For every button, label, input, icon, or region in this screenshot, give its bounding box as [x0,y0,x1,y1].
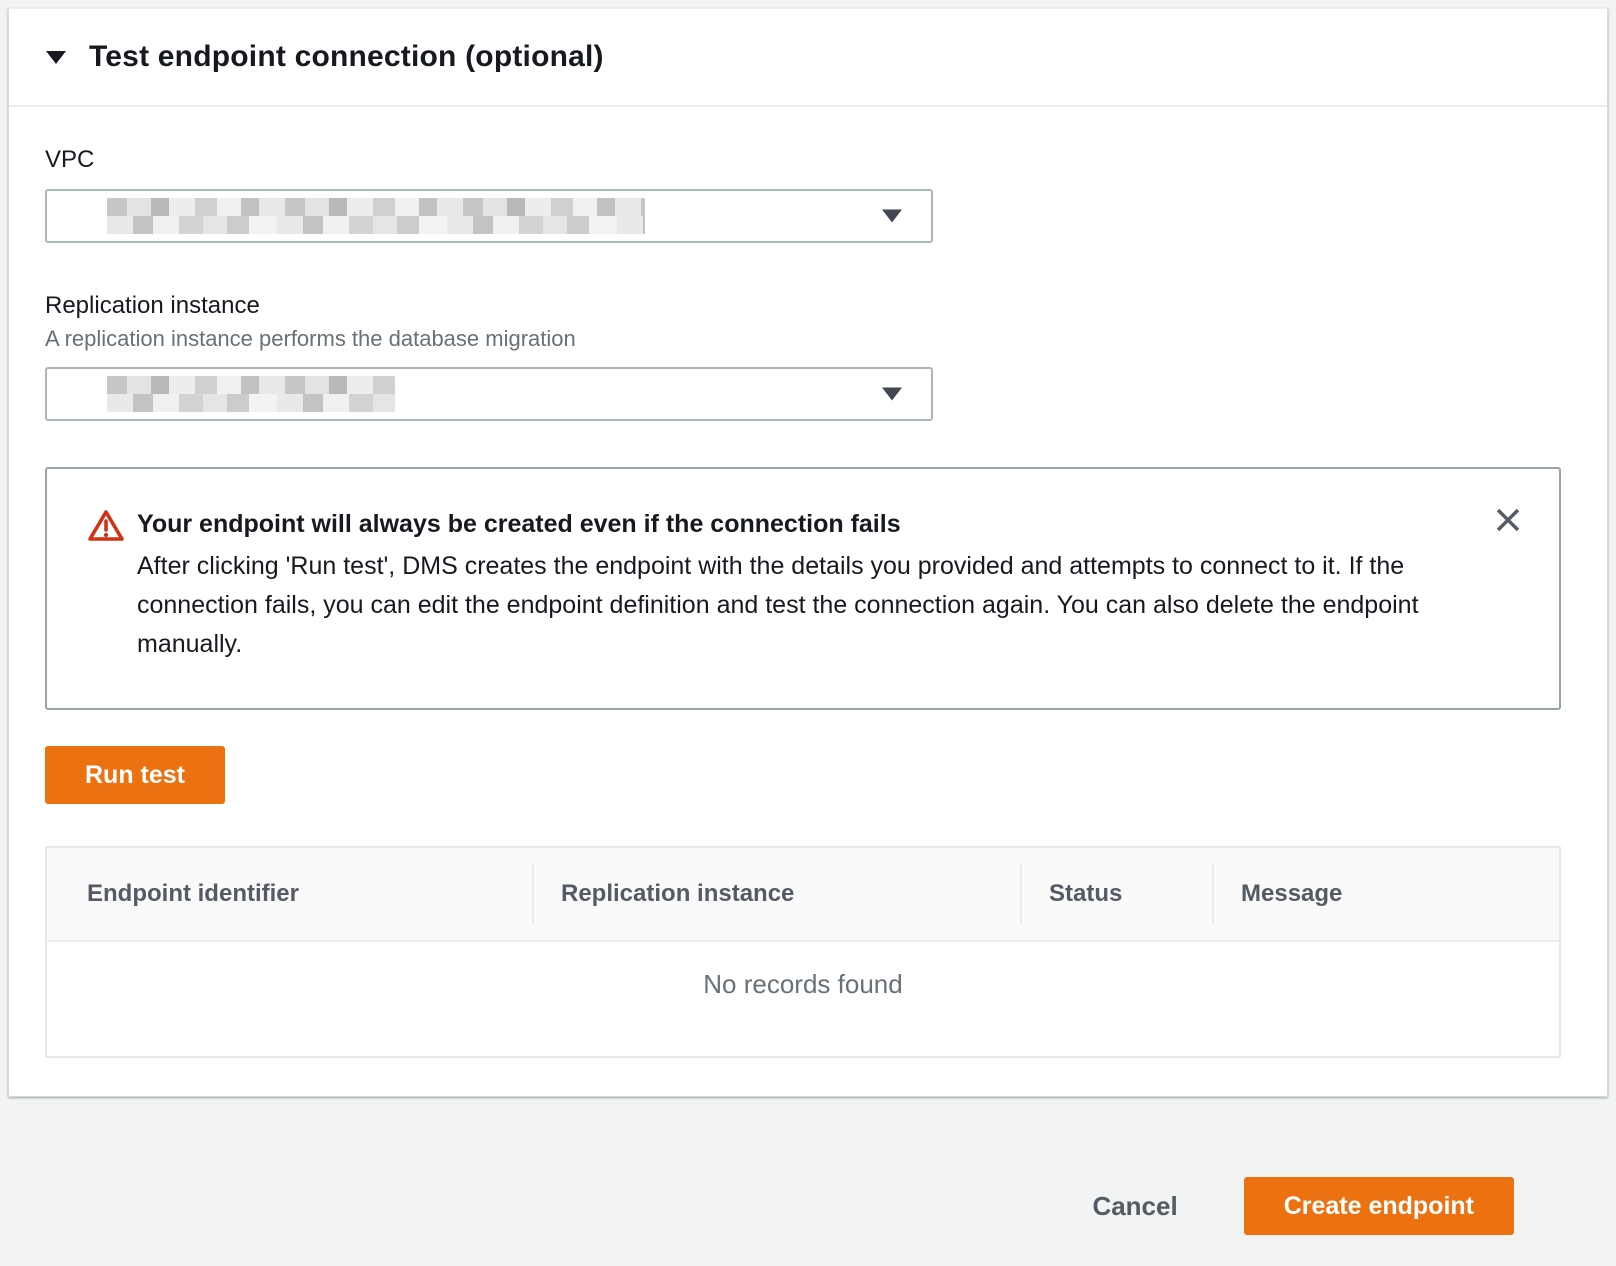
column-header-endpoint-identifier: Endpoint identifier [47,848,533,940]
vpc-select-redacted-value [107,198,645,234]
no-records-text: No records found [703,969,902,999]
create-endpoint-button[interactable]: Create endpoint [1244,1177,1514,1235]
replication-instance-label: Replication instance [45,291,1559,321]
section-header-toggle[interactable]: Test endpoint connection (optional) [9,9,1607,105]
alert-title: Your endpoint will always be created eve… [137,507,1437,541]
section-title: Test endpoint connection (optional) [89,35,604,79]
test-results-table: Endpoint identifier Replication instance… [45,846,1561,1058]
table-header-row: Endpoint identifier Replication instance… [47,848,1559,942]
test-endpoint-connection-panel: Test endpoint connection (optional) VPC … [8,8,1608,1097]
connection-warning-alert: Your endpoint will always be created eve… [45,467,1561,710]
column-header-status: Status [1021,848,1213,940]
alert-content: Your endpoint will always be created eve… [137,507,1437,664]
alert-close-button[interactable] [1489,501,1527,539]
run-test-button[interactable]: Run test [45,746,225,804]
form-footer: Cancel Create endpoint [0,1097,1616,1235]
replication-instance-field: Replication instance A replication insta… [45,291,1559,421]
column-header-message: Message [1213,848,1559,940]
replication-instance-select-caret-icon [881,386,903,403]
warning-triangle-icon [87,507,137,664]
vpc-select-caret-icon [881,208,903,225]
replication-instance-description: A replication instance performs the data… [45,325,1559,353]
alert-body: After clicking 'Run test', DMS creates t… [137,547,1437,664]
close-icon [1493,523,1523,538]
replication-instance-select[interactable] [45,367,933,421]
vpc-label: VPC [45,145,1559,175]
vpc-select[interactable] [45,189,933,243]
section-caret-icon [45,49,67,66]
vpc-field: VPC [45,145,1559,243]
replication-instance-select-redacted-value [107,376,395,412]
column-header-replication-instance: Replication instance [533,848,1021,940]
table-empty-state: No records found [47,942,1559,1056]
cancel-button[interactable]: Cancel [1082,1177,1187,1235]
section-content: VPC Replication instance A replication i… [9,107,1607,1096]
